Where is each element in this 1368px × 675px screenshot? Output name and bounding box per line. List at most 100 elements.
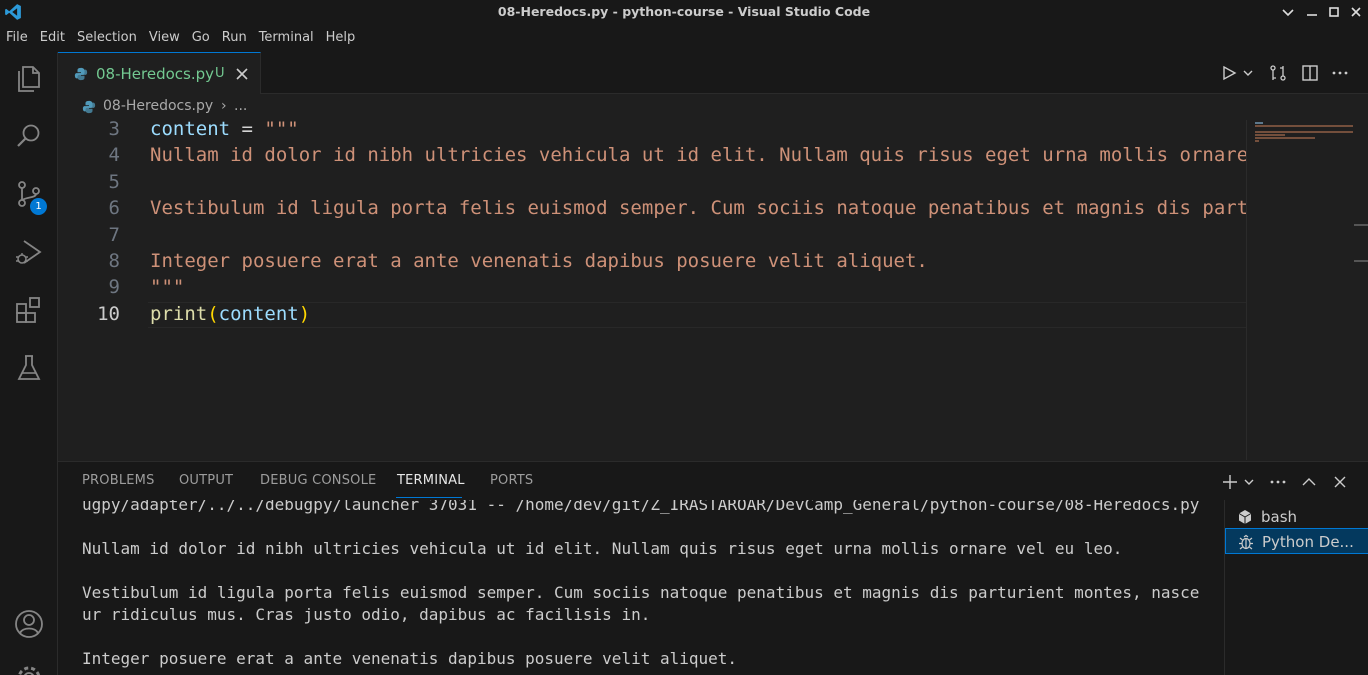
extensions-icon[interactable] xyxy=(13,294,45,326)
code-line[interactable]: 6 Vestibulum id ligula porta felis euismo… xyxy=(58,195,1246,221)
tab-ports[interactable]: PORTS xyxy=(490,473,533,488)
code-token: ) xyxy=(298,302,311,325)
menu-run[interactable]: Run xyxy=(216,24,253,52)
code-text: """ xyxy=(150,274,184,300)
tab-08-heredocs[interactable]: 08-Heredocs.py U xyxy=(58,52,261,94)
open-changes-icon[interactable] xyxy=(1269,64,1287,82)
code-token: content xyxy=(218,302,299,325)
menu-edit[interactable]: Edit xyxy=(34,24,71,52)
menu-view[interactable]: View xyxy=(143,24,186,52)
minimize-icon[interactable] xyxy=(1302,2,1322,22)
active-tab-indicator xyxy=(396,497,462,498)
tab-output[interactable]: OUTPUT xyxy=(179,473,233,488)
terminal-list: bash Python De... xyxy=(1224,500,1368,675)
code-token: ( xyxy=(207,302,219,325)
breadcrumb-separator: › xyxy=(221,98,227,114)
line-number: 4 xyxy=(108,144,120,167)
panel-tabs: PROBLEMS OUTPUT DEBUG CONSOLE TERMINAL P… xyxy=(58,462,1218,500)
breadcrumb: 08-Heredocs.py › ... xyxy=(58,94,1368,120)
terminal-output[interactable]: ugpy/adapter/../../debugpy/launcher 3703… xyxy=(58,500,1224,675)
run-debug-icon[interactable] xyxy=(13,236,45,268)
search-icon[interactable] xyxy=(13,120,45,152)
tab-terminal[interactable]: TERMINAL xyxy=(397,473,465,488)
split-editor-icon[interactable] xyxy=(1301,64,1319,82)
account-icon[interactable] xyxy=(13,608,45,640)
maximize-icon[interactable] xyxy=(1324,2,1344,22)
line-number: 7 xyxy=(108,223,120,246)
code-token: Vestibulum id ligula porta felis euismod… xyxy=(150,197,1246,220)
more-actions-icon[interactable] xyxy=(1331,64,1349,82)
testing-flask-icon[interactable] xyxy=(13,352,45,384)
breadcrumb-symbols[interactable]: ... xyxy=(234,98,247,114)
code-token: = xyxy=(230,120,265,140)
untracked-status: U xyxy=(215,66,225,81)
terminal-item-label: bash xyxy=(1261,508,1298,526)
close-panel-icon[interactable] xyxy=(1331,473,1349,491)
window-title: 08-Heredocs.py - python-course - Visual … xyxy=(497,4,871,19)
terminal-bash-icon xyxy=(1238,510,1252,524)
tab-debug-console[interactable]: DEBUG CONSOLE xyxy=(260,473,376,488)
code-text: Nullam id dolor id nibh ultricies vehicu… xyxy=(150,142,1246,168)
line-number: 3 xyxy=(108,120,120,140)
chevron-down-icon[interactable] xyxy=(1278,2,1298,22)
code-token: print xyxy=(150,302,208,325)
terminal-line: ur ridiculus mus. Cras justo odio, dapib… xyxy=(82,605,651,624)
title-bar: 08-Heredocs.py - python-course - Visual … xyxy=(0,0,1368,24)
run-python-file-icon[interactable] xyxy=(1220,64,1238,82)
python-file-icon xyxy=(82,100,96,114)
terminal-line: Integer posuere erat a ante venenatis da… xyxy=(82,649,738,668)
code-line[interactable]: 10 print(content) xyxy=(58,301,1246,327)
maximize-panel-chevron-up-icon[interactable] xyxy=(1300,473,1318,491)
terminal-line: Vestibulum id ligula porta felis euismod… xyxy=(82,583,1200,602)
code-token: content xyxy=(150,120,231,140)
activity-bar: 1 xyxy=(0,52,58,675)
code-token: """ xyxy=(264,120,299,140)
code-line[interactable]: 9 """ xyxy=(58,274,1246,300)
menu-help[interactable]: Help xyxy=(320,24,362,52)
bottom-panel: PROBLEMS OUTPUT DEBUG CONSOLE TERMINAL P… xyxy=(58,461,1368,675)
new-terminal-plus-icon[interactable] xyxy=(1221,473,1239,491)
tab-problems[interactable]: PROBLEMS xyxy=(82,473,155,488)
code-text: content = """ xyxy=(150,120,299,142)
debug-icon xyxy=(1239,534,1253,550)
terminal-item-python-debug[interactable]: Python De... xyxy=(1225,528,1368,554)
menu-terminal[interactable]: Terminal xyxy=(253,24,320,52)
code-line[interactable]: 3 content = """ xyxy=(58,120,1246,142)
terminal-item-bash[interactable]: bash xyxy=(1225,504,1368,530)
menu-selection[interactable]: Selection xyxy=(71,24,143,52)
menu-file[interactable]: File xyxy=(0,24,34,52)
code-token: Nullam id dolor id nibh ultricies vehicu… xyxy=(150,144,1246,167)
close-window-icon[interactable] xyxy=(1346,2,1366,22)
chevron-down-icon[interactable] xyxy=(1242,64,1254,82)
terminal-line: ugpy/adapter/../../debugpy/launcher 3703… xyxy=(82,500,1200,514)
menu-bar: File Edit Selection View Go Run Terminal… xyxy=(0,24,1368,52)
editor-tab-bar: 08-Heredocs.py U xyxy=(58,52,1368,94)
source-control-badge: 1 xyxy=(30,198,47,215)
line-number: 5 xyxy=(108,170,120,193)
manage-gear-icon[interactable] xyxy=(13,662,45,675)
code-editor[interactable]: 3 content = """ 4 Nullam id dolor id nibh u… xyxy=(58,120,1246,460)
python-file-icon xyxy=(74,67,88,81)
editor-scrollbar[interactable] xyxy=(1354,120,1368,460)
minimap[interactable] xyxy=(1246,120,1354,460)
more-actions-icon[interactable] xyxy=(1269,473,1287,491)
code-text: Vestibulum id ligula porta felis euismod… xyxy=(150,195,1246,221)
terminal-line: Nullam id dolor id nibh ultricies vehicu… xyxy=(82,539,1123,558)
tab-label: 08-Heredocs.py xyxy=(96,65,215,83)
line-number: 8 xyxy=(108,250,120,272)
close-icon[interactable] xyxy=(235,67,249,81)
code-line[interactable]: 4 Nullam id dolor id nibh ultricies vehic… xyxy=(58,142,1246,168)
explorer-icon[interactable] xyxy=(13,62,45,94)
breadcrumb-file[interactable]: 08-Heredocs.py xyxy=(103,98,213,114)
chevron-down-icon[interactable] xyxy=(1243,473,1255,491)
code-line[interactable]: 5 xyxy=(58,169,1246,195)
code-text: Integer posuere erat a ante venenatis da… xyxy=(150,248,928,274)
code-line[interactable]: 7 xyxy=(58,222,1246,248)
line-number: 9 xyxy=(108,276,120,299)
code-token: Integer posuere erat a ante venenatis da… xyxy=(150,250,928,272)
code-line[interactable]: 8 Integer posuere erat a ante venenatis d… xyxy=(58,248,1246,274)
code-token: """ xyxy=(150,276,185,299)
code-text: print(content) xyxy=(150,301,310,327)
line-number: 6 xyxy=(108,197,120,220)
menu-go[interactable]: Go xyxy=(186,24,216,52)
